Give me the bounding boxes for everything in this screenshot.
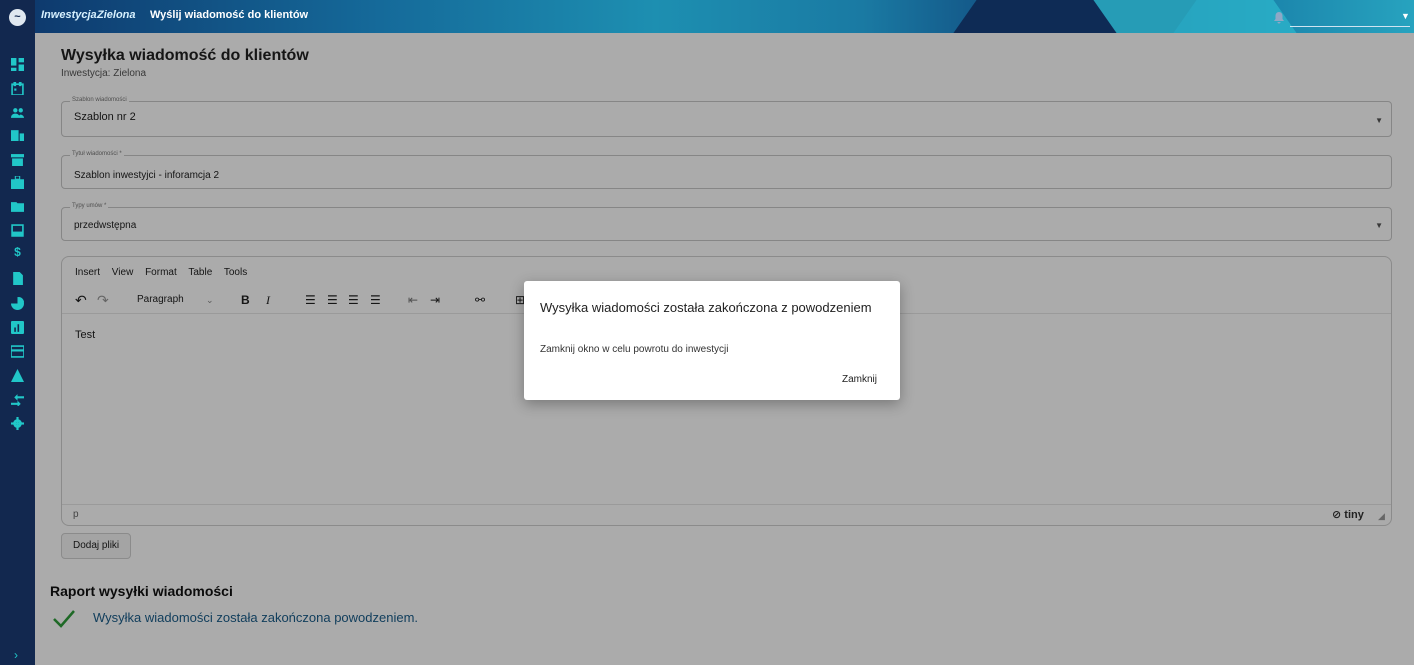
store-icon[interactable] <box>11 153 24 166</box>
user-select-underline <box>1290 26 1410 27</box>
header-decoration <box>1093 0 1297 33</box>
expand-sidebar-icon[interactable]: › <box>14 648 18 662</box>
bar-chart-icon[interactable] <box>11 321 24 334</box>
dialog-body: Zamknij okno w celu powrotu do inwestycj… <box>540 344 729 355</box>
apartments-icon[interactable] <box>11 128 24 141</box>
folder-icon[interactable] <box>11 200 24 213</box>
card-icon[interactable] <box>11 345 24 358</box>
breadcrumb-investment-name[interactable]: Zielona <box>97 9 136 21</box>
pie-chart-icon[interactable] <box>11 297 24 310</box>
dashboard-icon[interactable] <box>11 58 24 71</box>
inbox-icon[interactable] <box>11 224 24 237</box>
people-icon[interactable] <box>11 106 24 119</box>
top-bar: Inwestycja Zielona Wyślij wiadomość do k… <box>35 0 1414 33</box>
warning-icon[interactable] <box>11 369 24 382</box>
transfer-icon[interactable] <box>11 393 24 406</box>
calendar-icon[interactable] <box>11 82 24 95</box>
sidebar: ~ $ › <box>0 0 35 665</box>
chevron-down-icon[interactable]: ▼ <box>1401 11 1410 21</box>
app-logo-icon[interactable]: ~ <box>9 9 26 26</box>
close-button[interactable]: Zamknij <box>832 371 887 388</box>
gear-icon[interactable] <box>11 417 24 430</box>
breadcrumb-current-page: Wyślij wiadomość do klientów <box>150 9 309 21</box>
dollar-icon[interactable]: $ <box>11 246 24 259</box>
dialog-title: Wysyłka wiadomości została zakończona z … <box>540 300 872 315</box>
success-dialog: Wysyłka wiadomości została zakończona z … <box>524 281 900 400</box>
bell-icon[interactable] <box>1273 11 1285 24</box>
document-icon[interactable] <box>11 272 24 285</box>
breadcrumb-investment[interactable]: Inwestycja <box>41 9 97 21</box>
briefcase-icon[interactable] <box>11 176 24 189</box>
